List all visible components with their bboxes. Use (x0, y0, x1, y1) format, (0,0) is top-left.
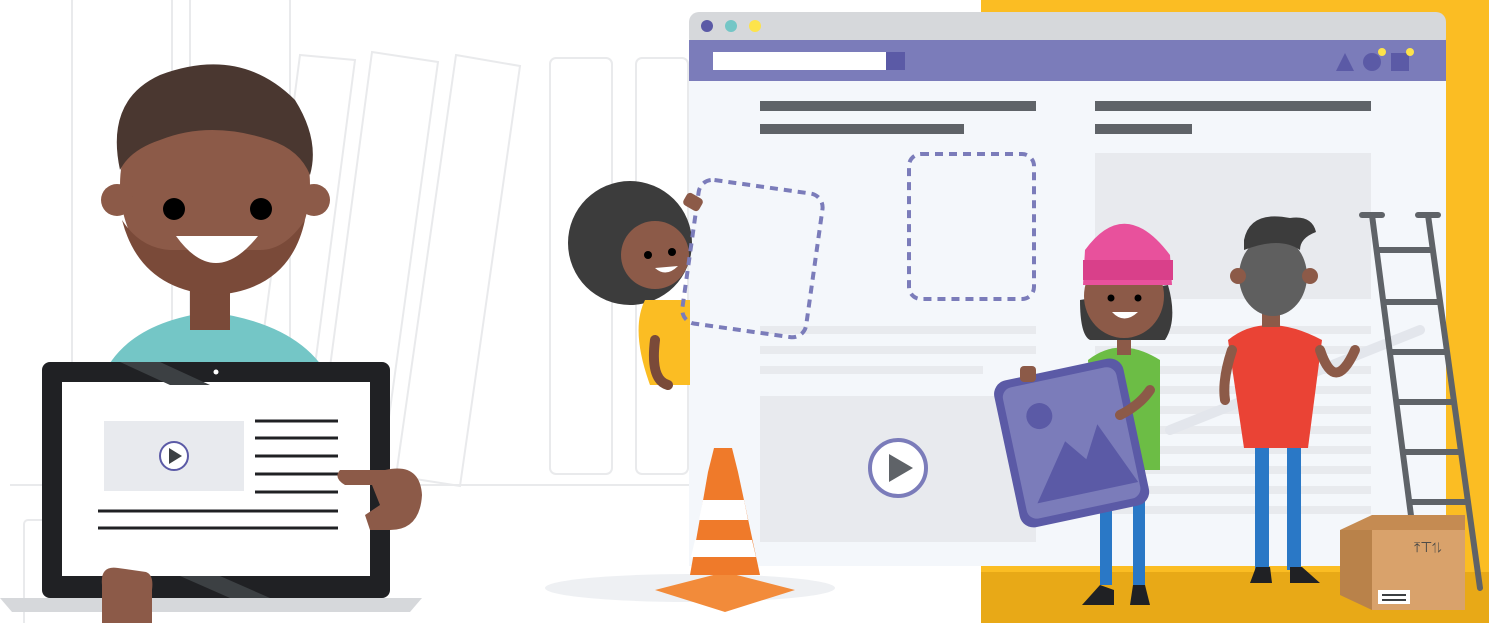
laptop (0, 362, 422, 612)
window-dot-purple-icon (701, 20, 713, 32)
address-bar (713, 52, 886, 70)
box-shipping-label (1378, 590, 1410, 604)
box-handling-symbols: ⤒⊤⥮ (1414, 540, 1441, 556)
illustration-canvas: ⤒⊤⥮ (0, 0, 1489, 623)
address-bar-button (886, 52, 905, 70)
window-dot-teal-icon (725, 20, 737, 32)
sparkle-dot (1378, 48, 1386, 56)
window-dot-yellow-icon (749, 20, 761, 32)
square-shape-icon (1391, 53, 1409, 71)
holding-hand (101, 567, 153, 623)
heading-line (760, 124, 964, 134)
child-face (621, 221, 689, 289)
cardboard-box-icon: ⤒⊤⥮ (1340, 515, 1465, 610)
heading-line (760, 101, 1036, 111)
sparkle-dot (1406, 48, 1414, 56)
text-line (760, 366, 983, 374)
text-line (760, 346, 1036, 354)
heading-line (1095, 124, 1192, 134)
heading-line (1095, 101, 1371, 111)
circle-shape-icon (1363, 53, 1381, 71)
